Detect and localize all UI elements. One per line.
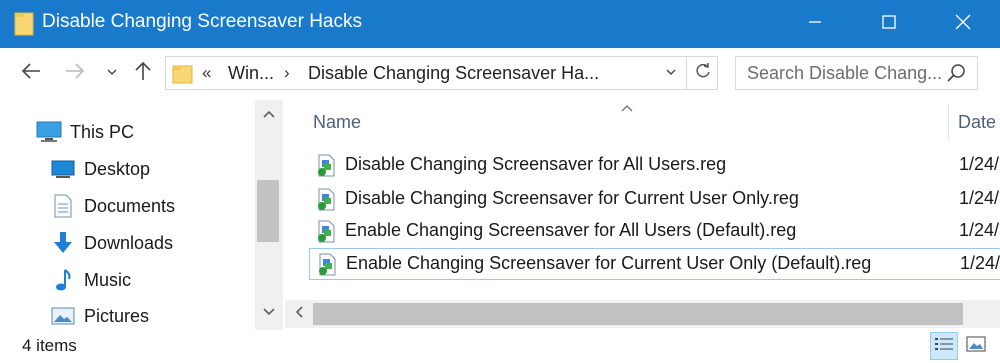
details-view-icon [934, 336, 954, 357]
scroll-left-button[interactable] [285, 300, 313, 328]
back-button[interactable] [16, 58, 46, 88]
file-name: Enable Changing Screensaver for Current … [346, 253, 872, 273]
address-bar[interactable]: « Win... › Disable Changing Screensaver … [165, 56, 718, 90]
up-button[interactable] [128, 58, 158, 88]
nav-item-this-pc[interactable]: This PC [36, 116, 134, 148]
file-date: 1/24/ [960, 253, 1000, 273]
pictures-icon [50, 304, 76, 328]
chevron-left-icon [294, 305, 304, 324]
large-icons-view-button[interactable] [962, 332, 990, 360]
maximize-button[interactable] [852, 0, 926, 48]
title-bar[interactable]: Disable Changing Screensaver Hacks [0, 0, 1000, 48]
nav-item-music[interactable]: Music [50, 264, 131, 296]
file-date: 1/24/ [959, 220, 1000, 240]
up-arrow-icon [134, 61, 152, 86]
recent-locations-button[interactable] [102, 58, 122, 88]
file-date: 1/24/ [959, 154, 1000, 174]
nav-item-label: Downloads [84, 232, 174, 253]
breadcrumb-current[interactable]: Disable Changing Screensaver Ha... [308, 63, 599, 84]
navigation-pane-scrollbar[interactable] [255, 100, 283, 330]
folder-icon [14, 11, 34, 42]
downloads-icon [50, 231, 76, 255]
large-icons-view-icon [966, 336, 986, 357]
music-icon [50, 268, 76, 292]
column-header-name[interactable]: Name [313, 112, 361, 133]
registry-file-icon [315, 154, 337, 183]
nav-item-pictures[interactable]: Pictures [50, 300, 149, 332]
file-list: Name Date Disable Changing Screensaver f… [285, 100, 1000, 300]
folder-icon [172, 63, 194, 90]
file-name: Disable Changing Screensaver for Current… [345, 188, 799, 208]
column-header-date[interactable]: Date [958, 112, 996, 133]
documents-icon [50, 194, 76, 218]
chevron-down-icon [106, 64, 118, 82]
file-row-focused[interactable]: Enable Changing Screensaver for Current … [309, 248, 1000, 280]
file-row[interactable]: Enable Changing Screensaver for All User… [309, 216, 1000, 246]
details-view-button[interactable] [930, 332, 958, 360]
forward-button[interactable] [60, 58, 90, 88]
status-bar: 4 items [0, 330, 1000, 363]
forward-arrow-icon [65, 62, 85, 85]
navigation-pane: This PC Desktop Documents Downloads Musi… [0, 100, 255, 330]
close-icon [955, 14, 971, 35]
desktop-icon [50, 157, 76, 181]
registry-file-icon [315, 220, 337, 249]
minimize-icon [808, 15, 822, 34]
maximize-icon [882, 14, 896, 34]
registry-file-icon [315, 188, 337, 217]
search-icon[interactable] [946, 63, 966, 88]
nav-item-desktop[interactable]: Desktop [50, 153, 150, 185]
breadcrumb-separator[interactable]: › [284, 63, 290, 83]
file-name: Disable Changing Screensaver for All Use… [345, 154, 727, 174]
address-dropdown-button[interactable] [656, 58, 686, 88]
file-explorer-window: Disable Changing Screensaver Hacks « Win… [0, 0, 1000, 363]
close-button[interactable] [926, 0, 1000, 48]
search-input[interactable] [736, 57, 947, 89]
nav-item-label: Documents [84, 195, 176, 216]
column-divider[interactable] [948, 104, 949, 140]
nav-item-label: Desktop [84, 158, 151, 179]
breadcrumb-parent[interactable]: Win... [228, 63, 274, 84]
search-box[interactable] [735, 56, 978, 90]
nav-item-label: Music [84, 269, 132, 290]
refresh-button[interactable] [686, 57, 719, 89]
chevron-down-icon [262, 304, 276, 322]
file-name: Enable Changing Screensaver for All User… [345, 220, 797, 240]
scroll-up-button[interactable] [255, 100, 283, 130]
file-row[interactable]: Disable Changing Screensaver for All Use… [309, 150, 1000, 180]
file-row[interactable]: Disable Changing Screensaver for Current… [309, 184, 1000, 214]
overflow-chevron[interactable]: « [202, 63, 211, 83]
sort-ascending-icon [620, 100, 634, 118]
scrollbar-thumb[interactable] [257, 180, 279, 242]
nav-item-label: This PC [70, 121, 135, 142]
window-title: Disable Changing Screensaver Hacks [42, 11, 362, 32]
scroll-down-button[interactable] [255, 298, 283, 328]
item-count: 4 items [22, 336, 77, 355]
computer-icon [36, 120, 62, 144]
minimize-button[interactable] [778, 0, 852, 48]
nav-item-documents[interactable]: Documents [50, 190, 175, 222]
file-date: 1/24/ [959, 188, 1000, 208]
file-list-horizontal-scrollbar[interactable] [285, 300, 1000, 328]
nav-item-downloads[interactable]: Downloads [50, 227, 173, 259]
navigation-bar: « Win... › Disable Changing Screensaver … [0, 48, 1000, 100]
scrollbar-thumb[interactable] [313, 303, 963, 325]
registry-file-icon [316, 253, 338, 282]
back-arrow-icon [21, 62, 41, 85]
chevron-up-icon [262, 106, 276, 124]
nav-item-label: Pictures [84, 305, 150, 326]
refresh-icon [694, 62, 712, 85]
chevron-down-icon [665, 64, 677, 82]
